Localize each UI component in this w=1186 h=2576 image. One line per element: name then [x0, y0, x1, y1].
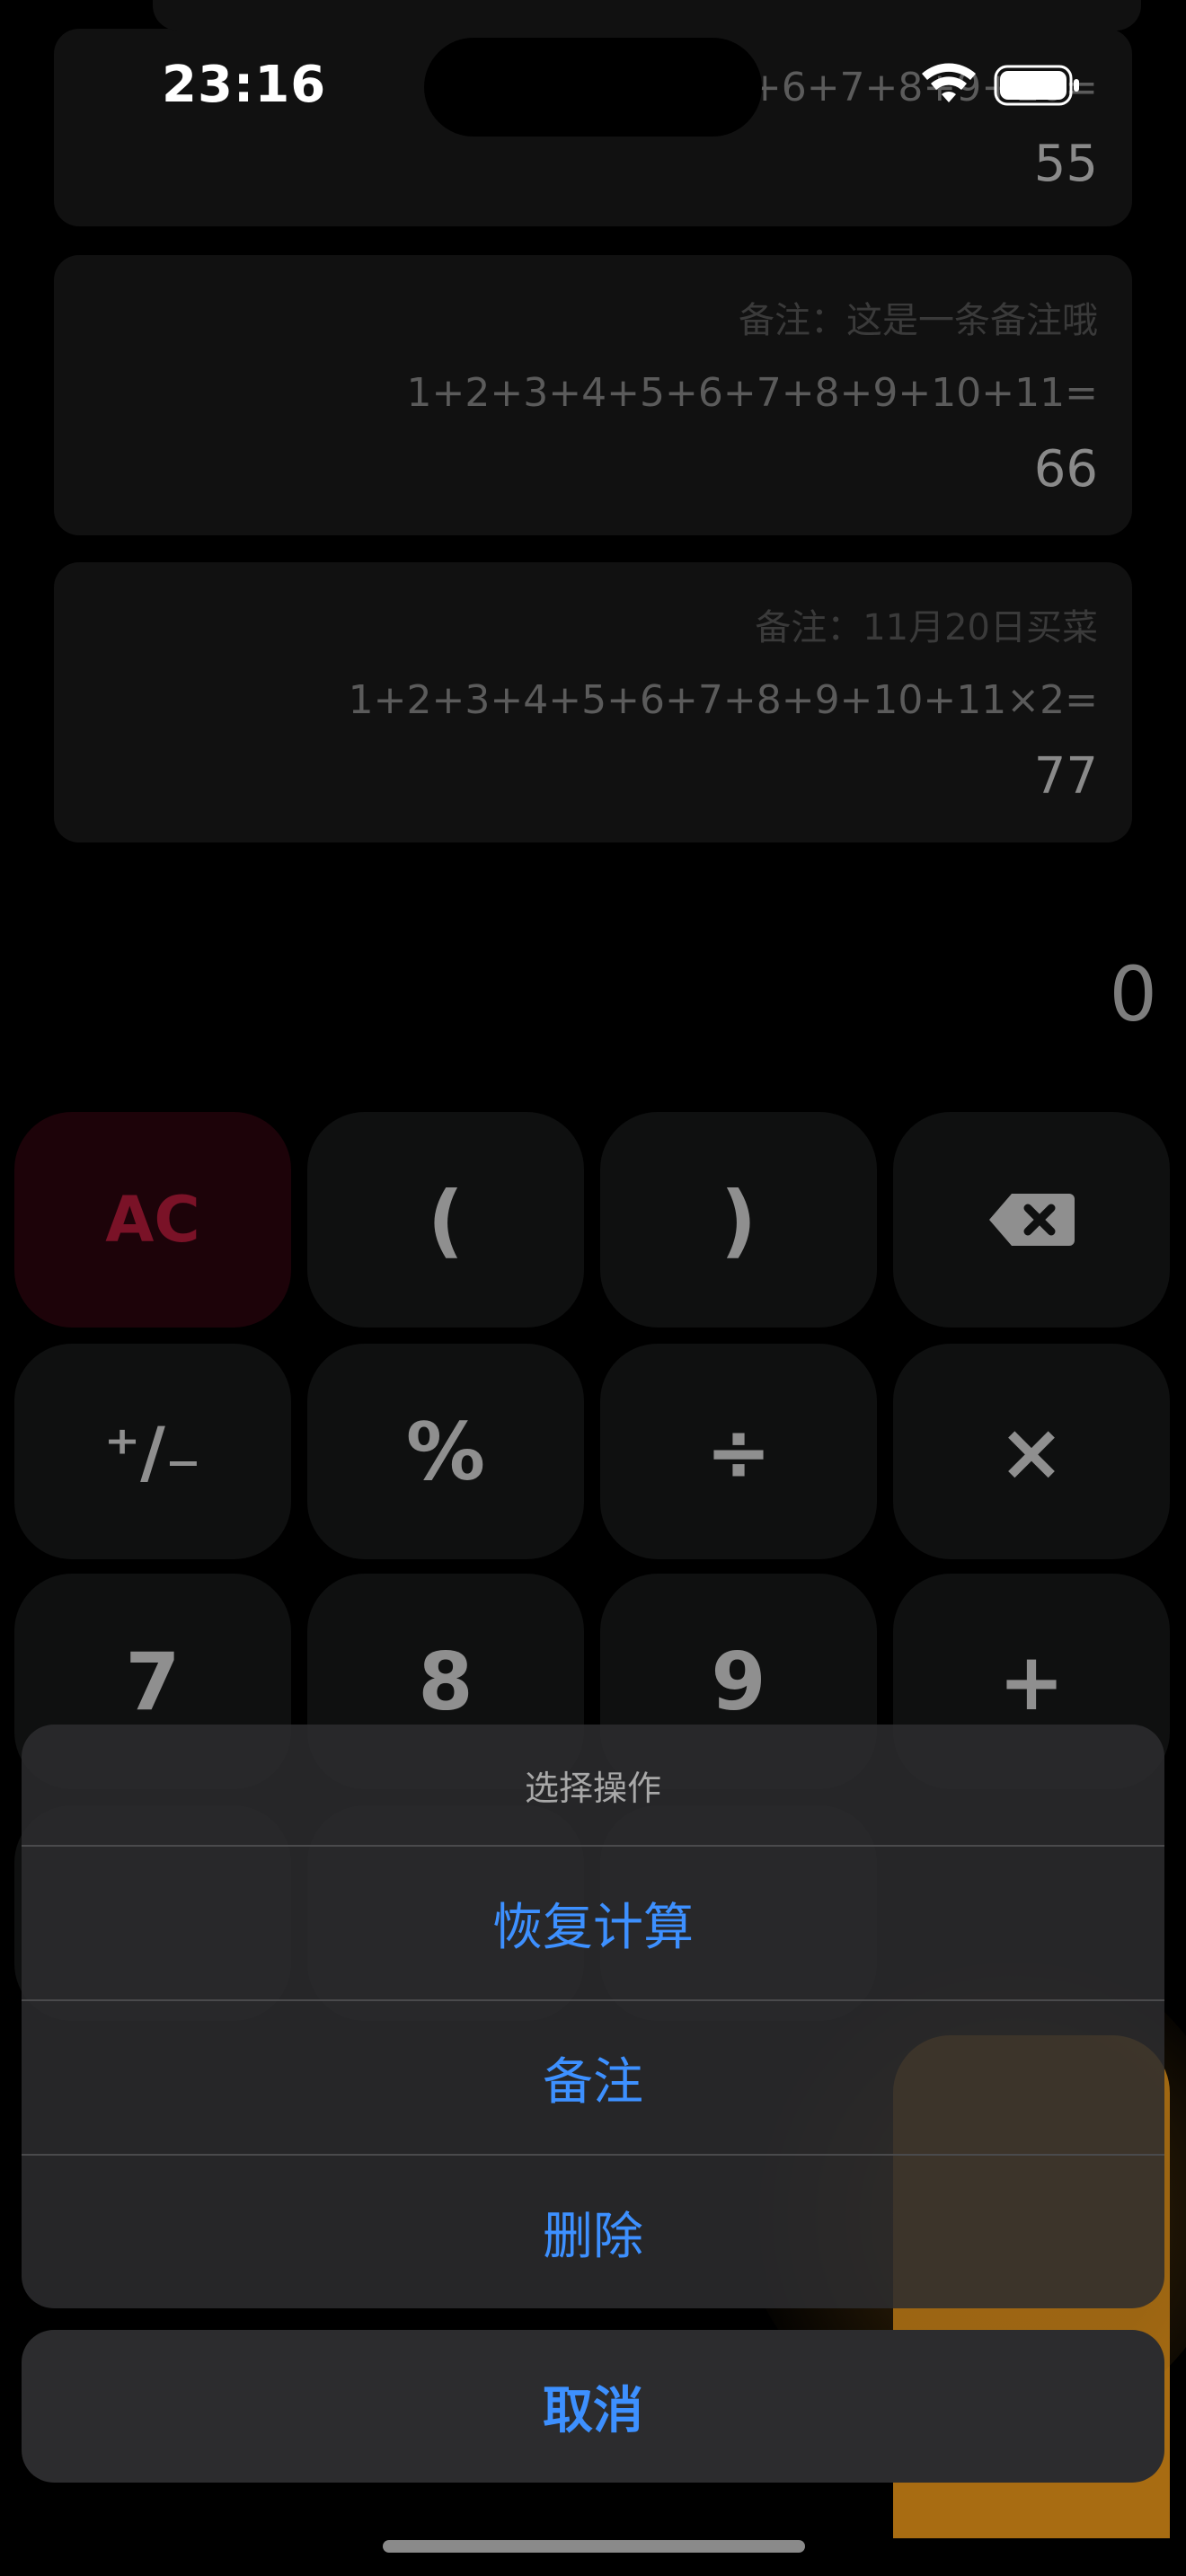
home-indicator[interactable]: [383, 2540, 805, 2553]
open-paren-button[interactable]: (: [307, 1112, 584, 1328]
status-icons: [920, 61, 1082, 111]
close-paren-button[interactable]: ): [600, 1112, 877, 1328]
history-result: 77: [1033, 747, 1098, 806]
multiply-button[interactable]: ×: [893, 1344, 1170, 1559]
action-sheet: 选择操作 恢复计算 备注 删除: [22, 1725, 1164, 2308]
battery-icon: [994, 65, 1079, 106]
note-button[interactable]: 备注: [22, 1999, 1164, 2154]
status-time: 23:16: [162, 56, 327, 114]
plus-minus-button[interactable]: ⁺∕₋: [14, 1344, 291, 1559]
dynamic-island: [424, 38, 762, 137]
ac-button[interactable]: AC: [14, 1112, 291, 1328]
history-item[interactable]: 备注：这是一条备注哦 1+2+3+4+5+6+7+8+9+10+11= 66: [54, 255, 1132, 535]
action-sheet-title: 选择操作: [524, 1768, 661, 1808]
delete-button[interactable]: 删除: [22, 2154, 1164, 2308]
history-result: 55: [1033, 135, 1098, 193]
backspace-button[interactable]: [893, 1112, 1170, 1328]
current-display: 0: [1109, 950, 1157, 1038]
history-note: 备注：这是一条备注哦: [739, 300, 1098, 341]
restore-calculation-button[interactable]: 恢复计算: [22, 1845, 1164, 1999]
cancel-button[interactable]: 取消: [22, 2330, 1164, 2483]
history-note: 备注：11月20日买菜: [755, 607, 1098, 648]
history-result: 66: [1033, 440, 1098, 498]
history-item[interactable]: 备注：11月20日买菜 1+2+3+4+5+6+7+8+9+10+11×2= 7…: [54, 562, 1132, 842]
history-expression: 1+2+3+4+5+6+7+8+9+10+11×2=: [348, 677, 1098, 723]
wifi-icon: [922, 63, 976, 102]
backspace-icon: [989, 1194, 1075, 1246]
percent-button[interactable]: %: [307, 1344, 584, 1559]
divide-button[interactable]: ÷: [600, 1344, 877, 1559]
previous-card-edge: [153, 0, 1141, 31]
history-expression: 1+2+3+4+5+6+7+8+9+10+11=: [406, 370, 1098, 416]
